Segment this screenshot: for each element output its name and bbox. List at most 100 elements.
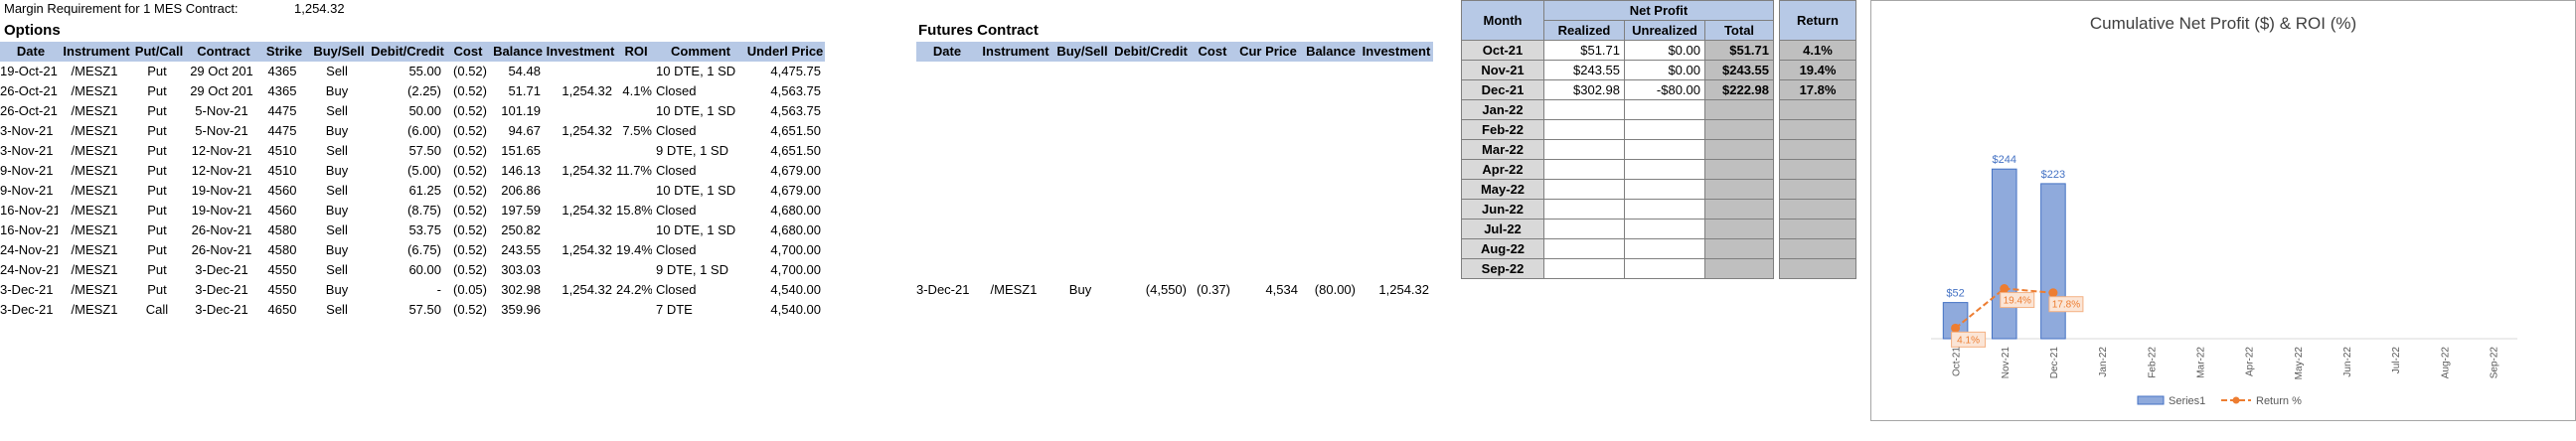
instrument-cell[interactable]: /MESZ1	[62, 300, 127, 320]
realized-cell[interactable]: $243.55	[1543, 60, 1625, 80]
roi-cell[interactable]: 4.1%	[616, 81, 652, 101]
unrealized-cell[interactable]	[1624, 199, 1705, 220]
instrument-cell[interactable]: /MESZ1	[62, 101, 127, 121]
cost-cell[interactable]: (0.52)	[445, 260, 487, 280]
balance-cell[interactable]: 151.65	[491, 141, 541, 161]
balance-cell[interactable]: 359.96	[491, 300, 541, 320]
cost-cell[interactable]: (0.05)	[445, 280, 487, 300]
investment-cell[interactable]: 1,254.32	[545, 240, 612, 260]
underlying-price-cell[interactable]: 4,563.75	[745, 101, 821, 121]
contract-cell[interactable]: 19-Nov-21	[187, 181, 256, 201]
balance-cell[interactable]: 51.71	[491, 81, 541, 101]
roi-cell[interactable]: 19.4%	[616, 240, 652, 260]
put-call-cell[interactable]: Put	[131, 101, 183, 121]
debit-credit-cell[interactable]: 50.00	[370, 101, 441, 121]
buy-sell-cell[interactable]: Buy	[308, 201, 366, 220]
contract-cell[interactable]: 29 Oct 201	[187, 62, 256, 81]
investment-cell[interactable]	[545, 181, 612, 201]
unrealized-cell[interactable]	[1624, 99, 1705, 120]
realized-cell[interactable]	[1543, 258, 1625, 279]
underlying-price-cell[interactable]: 4,540.00	[745, 300, 821, 320]
instrument-cell[interactable]: /MESZ1	[62, 201, 127, 220]
cost-cell[interactable]: (0.52)	[445, 220, 487, 240]
unrealized-cell[interactable]	[1624, 139, 1705, 160]
month-cell[interactable]: May-22	[1461, 179, 1544, 200]
roi-cell[interactable]: 15.8%	[616, 201, 652, 220]
comment-cell[interactable]: 10 DTE, 1 SD	[656, 220, 741, 240]
fut-instrument-cell[interactable]: /MESZ1	[978, 280, 1049, 300]
date-cell[interactable]: 24-Nov-21	[0, 260, 58, 280]
put-call-cell[interactable]: Put	[131, 81, 183, 101]
instrument-cell[interactable]: /MESZ1	[62, 141, 127, 161]
debit-credit-cell[interactable]: (6.75)	[370, 240, 441, 260]
instrument-cell[interactable]: /MESZ1	[62, 260, 127, 280]
put-call-cell[interactable]: Put	[131, 62, 183, 81]
balance-cell[interactable]: 206.86	[491, 181, 541, 201]
realized-cell[interactable]	[1543, 238, 1625, 259]
instrument-cell[interactable]: /MESZ1	[62, 121, 127, 141]
total-cell[interactable]	[1704, 238, 1774, 259]
comment-cell[interactable]: Closed	[656, 121, 741, 141]
comment-cell[interactable]: 10 DTE, 1 SD	[656, 62, 741, 81]
month-cell[interactable]: Jan-22	[1461, 99, 1544, 120]
debit-credit-cell[interactable]: 53.75	[370, 220, 441, 240]
return-cell[interactable]	[1779, 159, 1856, 180]
date-cell[interactable]: 3-Nov-21	[0, 121, 58, 141]
month-cell[interactable]: Jun-22	[1461, 199, 1544, 220]
unrealized-cell[interactable]	[1624, 258, 1705, 279]
total-cell[interactable]	[1704, 258, 1774, 279]
realized-cell[interactable]	[1543, 119, 1625, 140]
underlying-price-cell[interactable]: 4,700.00	[745, 260, 821, 280]
investment-cell[interactable]	[545, 62, 612, 81]
put-call-cell[interactable]: Put	[131, 260, 183, 280]
debit-credit-cell[interactable]: (8.75)	[370, 201, 441, 220]
put-call-cell[interactable]: Put	[131, 220, 183, 240]
buy-sell-cell[interactable]: Sell	[308, 181, 366, 201]
buy-sell-cell[interactable]: Sell	[308, 62, 366, 81]
comment-cell[interactable]: Closed	[656, 81, 741, 101]
roi-cell[interactable]: 11.7%	[616, 161, 652, 181]
fut-debit-credit-cell[interactable]: (4,550)	[1111, 280, 1187, 300]
balance-cell[interactable]: 197.59	[491, 201, 541, 220]
roi-cell[interactable]: 7.5%	[616, 121, 652, 141]
contract-cell[interactable]: 12-Nov-21	[187, 161, 256, 181]
fut-buy-sell-cell[interactable]: Buy	[1053, 280, 1107, 300]
comment-cell[interactable]: Closed	[656, 161, 741, 181]
instrument-cell[interactable]: /MESZ1	[62, 280, 127, 300]
contract-cell[interactable]: 5-Nov-21	[187, 101, 256, 121]
investment-cell[interactable]	[545, 220, 612, 240]
month-cell[interactable]: Aug-22	[1461, 238, 1544, 259]
unrealized-cell[interactable]: $0.00	[1624, 60, 1705, 80]
contract-cell[interactable]: 19-Nov-21	[187, 201, 256, 220]
fut-cost-cell[interactable]: (0.37)	[1191, 280, 1230, 300]
cost-cell[interactable]: (0.52)	[445, 141, 487, 161]
instrument-cell[interactable]: /MESZ1	[62, 81, 127, 101]
roi-cell[interactable]	[616, 300, 652, 320]
buy-sell-cell[interactable]: Buy	[308, 81, 366, 101]
total-cell[interactable]: $51.71	[1704, 40, 1774, 61]
unrealized-cell[interactable]	[1624, 179, 1705, 200]
month-cell[interactable]: Dec-21	[1461, 79, 1544, 100]
return-cell[interactable]	[1779, 219, 1856, 239]
fut-balance-cell[interactable]: (80.00)	[1302, 280, 1356, 300]
investment-cell[interactable]: 1,254.32	[545, 81, 612, 101]
roi-cell[interactable]: 24.2%	[616, 280, 652, 300]
put-call-cell[interactable]: Put	[131, 141, 183, 161]
put-call-cell[interactable]: Put	[131, 201, 183, 220]
date-cell[interactable]: 3-Dec-21	[0, 280, 58, 300]
strike-cell[interactable]: 4365	[260, 81, 304, 101]
investment-cell[interactable]: 1,254.32	[545, 280, 612, 300]
roi-cell[interactable]	[616, 62, 652, 81]
roi-cell[interactable]	[616, 260, 652, 280]
month-cell[interactable]: Nov-21	[1461, 60, 1544, 80]
strike-cell[interactable]: 4475	[260, 101, 304, 121]
cost-cell[interactable]: (0.52)	[445, 62, 487, 81]
balance-cell[interactable]: 303.03	[491, 260, 541, 280]
strike-cell[interactable]: 4365	[260, 62, 304, 81]
cost-cell[interactable]: (0.52)	[445, 300, 487, 320]
date-cell[interactable]: 26-Oct-21	[0, 101, 58, 121]
date-cell[interactable]: 26-Oct-21	[0, 81, 58, 101]
underlying-price-cell[interactable]: 4,679.00	[745, 181, 821, 201]
contract-cell[interactable]: 26-Nov-21	[187, 240, 256, 260]
date-cell[interactable]: 3-Dec-21	[0, 300, 58, 320]
